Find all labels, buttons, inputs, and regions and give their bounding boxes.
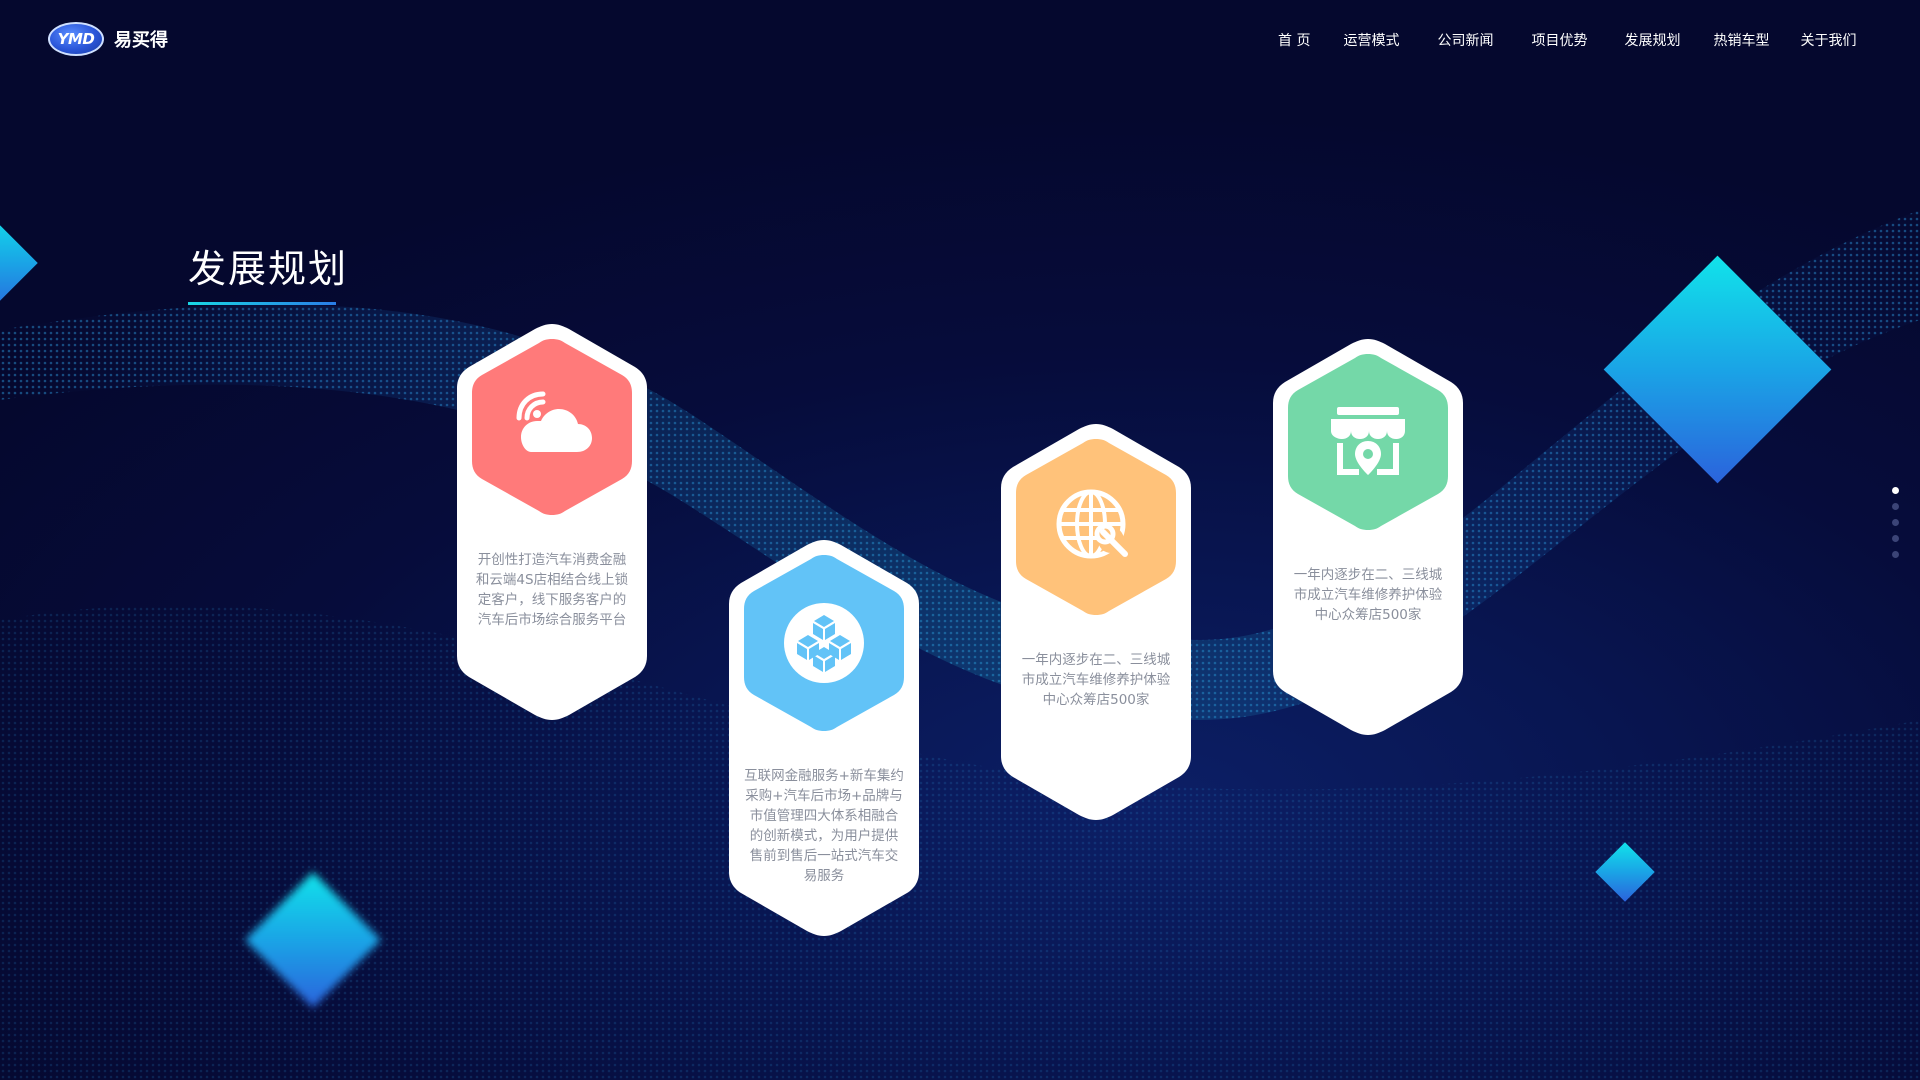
card-1-line: 汽车后市场综合服务平台 — [477, 612, 627, 628]
card-3-line: 市成立汽车维修养护体验 — [1021, 672, 1171, 688]
nav-item-project-advantages[interactable]: 项目优势 — [1531, 30, 1587, 50]
plan-card-4[interactable]: 一年内逐步在二、三线城 市成立汽车维修养护体验 中心众筹店500家 — [1271, 335, 1465, 739]
card-1-line: 定客户，线下服务客户的 — [477, 592, 627, 608]
logo-badge: YMD — [48, 22, 104, 56]
cube-cluster-icon — [742, 553, 906, 733]
card-4-line: 中心众筹店500家 — [1314, 607, 1422, 623]
brand-logo[interactable]: YMD 易买得 — [48, 22, 168, 56]
title-underline — [188, 302, 336, 305]
main-nav: 首 页 运营模式 公司新闻 项目优势 发展规划 热销车型 关于我们 — [1278, 30, 1856, 50]
card-2-line: 的创新模式，为用户提供 — [749, 828, 899, 844]
globe-wrench-icon — [1014, 437, 1178, 617]
card-2-line: 售前到售后一站式汽车交 — [749, 848, 899, 864]
storefront-location-icon — [1286, 352, 1450, 532]
plan-card-1[interactable]: 开创性打造汽车消费金融 和云端4S店相结合线上锁 定客户，线下服务客户的 汽车后… — [455, 320, 649, 724]
pagination-dot[interactable] — [1892, 519, 1899, 526]
plan-card-2[interactable]: 互联网金融服务+新车集约 采购+汽车后市场+品牌与 市值管理四大体系相融合 的创… — [727, 536, 921, 940]
nav-item-operation-mode[interactable]: 运营模式 — [1343, 30, 1399, 50]
card-4-line: 市成立汽车维修养护体验 — [1293, 587, 1443, 603]
pagination-dot[interactable] — [1892, 551, 1899, 558]
card-3-line: 中心众筹店500家 — [1042, 692, 1150, 708]
top-header: YMD 易买得 首 页 运营模式 公司新闻 项目优势 发展规划 热销车型 关于我… — [0, 0, 1920, 80]
plan-card-3[interactable]: 一年内逐步在二、三线城 市成立汽车维修养护体验 中心众筹店500家 — [999, 420, 1193, 824]
card-4-line: 一年内逐步在二、三线城 — [1293, 567, 1443, 583]
logo-text: 易买得 — [114, 30, 168, 51]
card-2-line: 市值管理四大体系相融合 — [749, 808, 899, 824]
pagination-dot[interactable] — [1892, 503, 1899, 510]
pagination-dot[interactable] — [1892, 487, 1899, 494]
card-4-description: 一年内逐步在二、三线城 市成立汽车维修养护体验 中心众筹店500家 — [1285, 565, 1451, 625]
card-3-line: 一年内逐步在二、三线城 — [1021, 652, 1171, 668]
pagination-dot[interactable] — [1892, 535, 1899, 542]
nav-item-company-news[interactable]: 公司新闻 — [1437, 30, 1493, 50]
card-2-description: 互联网金融服务+新车集约 采购+汽车后市场+品牌与 市值管理四大体系相融合 的创… — [741, 766, 907, 886]
nav-item-home[interactable]: 首 页 — [1278, 30, 1310, 50]
card-1-line: 开创性打造汽车消费金融 — [477, 552, 627, 568]
section-pagination — [1892, 487, 1899, 558]
card-2-line: 互联网金融服务+新车集约 — [744, 768, 904, 784]
card-1-description: 开创性打造汽车消费金融 和云端4S店相结合线上锁 定客户，线下服务客户的 汽车后… — [469, 550, 635, 630]
card-3-description: 一年内逐步在二、三线城 市成立汽车维修养护体验 中心众筹店500家 — [1013, 650, 1179, 710]
page-title: 发展规划 — [188, 247, 349, 291]
card-2-line: 采购+汽车后市场+品牌与 — [745, 788, 903, 804]
nav-item-development-plan[interactable]: 发展规划 — [1624, 30, 1680, 50]
cloud-wifi-icon — [470, 337, 634, 517]
card-1-line: 和云端4S店相结合线上锁 — [475, 572, 629, 588]
nav-item-about-us[interactable]: 关于我们 — [1800, 30, 1856, 50]
nav-item-hot-models[interactable]: 热销车型 — [1713, 30, 1769, 50]
card-2-line: 易服务 — [803, 868, 845, 884]
